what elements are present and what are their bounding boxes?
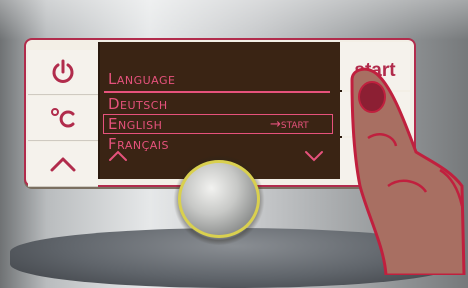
menu-title: Language	[108, 70, 176, 88]
rotary-knob[interactable]	[178, 160, 260, 238]
power-button[interactable]	[28, 50, 98, 95]
display-chevron-down-icon	[305, 151, 323, 162]
up-button[interactable]	[28, 142, 98, 187]
finger-illustration	[350, 67, 466, 275]
temperature-button[interactable]	[28, 96, 98, 141]
option-deutsch[interactable]: Deutsch	[108, 95, 168, 113]
option-english[interactable]: English	[108, 115, 162, 133]
power-icon	[52, 59, 74, 83]
option-english-action: →start	[270, 117, 309, 132]
celsius-icon	[51, 108, 75, 128]
display-chevron-up-icon	[109, 150, 127, 161]
chevron-up-icon	[50, 157, 76, 172]
title-divider	[104, 91, 330, 93]
appliance-top-shading	[0, 0, 468, 40]
